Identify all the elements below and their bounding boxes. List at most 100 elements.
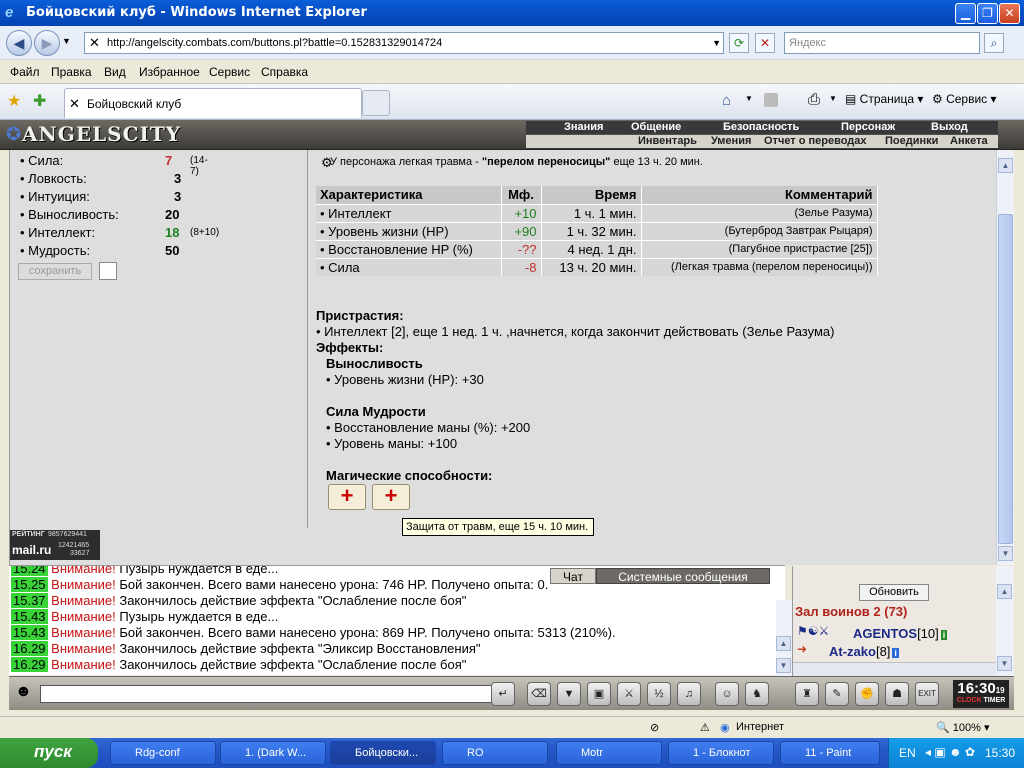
search-icon[interactable]: ⌕ bbox=[984, 33, 1004, 53]
tab-chat[interactable]: Чат bbox=[550, 568, 596, 584]
scroll-up-icon[interactable]: ▲ bbox=[776, 636, 791, 651]
smiley-menu-icon[interactable]: ☻ bbox=[15, 683, 32, 701]
nav-character[interactable]: Персонаж bbox=[841, 121, 895, 133]
content-scrollbar[interactable]: ▲ ▼ bbox=[996, 150, 1014, 565]
scroll-icon[interactable]: ✎ bbox=[825, 682, 849, 706]
home-icon[interactable]: ⌂ bbox=[722, 92, 731, 109]
menu-file[interactable]: Файл bbox=[10, 65, 40, 79]
nav-communication[interactable]: Общение bbox=[631, 121, 681, 133]
tools-menu[interactable]: ⚙ Сервис ▾ bbox=[932, 92, 997, 106]
speed-icon[interactable]: ½ bbox=[647, 682, 671, 706]
menu-help[interactable]: Справка bbox=[261, 65, 308, 79]
chat-time[interactable]: 15.37 bbox=[11, 593, 48, 608]
heal-scroll-icon[interactable] bbox=[328, 484, 366, 510]
back-button[interactable]: ◀ bbox=[6, 30, 32, 56]
add-favorite-icon[interactable]: ✚ bbox=[33, 91, 46, 111]
maximize-button[interactable]: ❐ bbox=[977, 3, 998, 24]
feeds-icon[interactable] bbox=[764, 93, 778, 107]
popup-blocker-icon[interactable]: ⊘ bbox=[650, 721, 659, 734]
task-browser[interactable]: Бойцовски... bbox=[330, 741, 436, 765]
scroll-down-icon[interactable]: ▼ bbox=[776, 658, 791, 673]
clear-icon[interactable]: ⌫ bbox=[527, 682, 551, 706]
chat-time[interactable]: 16.29 bbox=[11, 641, 48, 656]
scroll-up-icon[interactable]: ▲ bbox=[998, 158, 1013, 173]
task-ro[interactable]: RO bbox=[442, 741, 548, 765]
start-button[interactable]: пуск bbox=[0, 738, 98, 768]
stop-icon[interactable]: ✕ bbox=[755, 33, 775, 53]
player-nick[interactable]: AGENTOS bbox=[853, 626, 917, 641]
url-dropdown-icon[interactable]: ▼ bbox=[712, 33, 721, 53]
chat-time[interactable]: 15.43 bbox=[11, 625, 48, 640]
save-checkbox[interactable] bbox=[99, 262, 117, 280]
menu-favorites[interactable]: Избранное bbox=[139, 65, 200, 79]
mailru-rating-counter[interactable]: РЕЙТИНГ 9857629441 mail.ru 12421465 3362… bbox=[10, 530, 100, 560]
save-stats-button[interactable]: сохранить bbox=[18, 263, 92, 280]
chat-time[interactable]: 16.29 bbox=[11, 657, 48, 672]
tab-fight-club[interactable]: ✕ Бойцовский клуб bbox=[64, 88, 362, 118]
send-icon[interactable]: ↵ bbox=[491, 682, 515, 706]
task-notepad[interactable]: 1 - Блокнот bbox=[668, 741, 774, 765]
task-rdg-conf[interactable]: Rdg-conf bbox=[110, 741, 216, 765]
player-name[interactable]: AGENTOS[10] i bbox=[853, 626, 948, 641]
task-motr[interactable]: Motr bbox=[556, 741, 662, 765]
info-icon[interactable]: i bbox=[940, 630, 948, 640]
task-paint[interactable]: 11 - Paint bbox=[780, 741, 880, 765]
chat-time[interactable]: 15.43 bbox=[11, 609, 48, 624]
scroll-thumb[interactable] bbox=[998, 214, 1013, 544]
nav-knowledge[interactable]: Знания bbox=[564, 121, 603, 133]
home-dropdown-icon[interactable]: ▼ bbox=[745, 94, 753, 103]
menu-tools[interactable]: Сервис bbox=[209, 65, 250, 79]
room-hscrollbar[interactable] bbox=[793, 662, 997, 676]
scroll-down-icon[interactable]: ▼ bbox=[997, 656, 1012, 671]
nav-transfer-report[interactable]: Отчет о переводах bbox=[764, 135, 867, 147]
smile-icon[interactable]: ☺ bbox=[715, 682, 739, 706]
refresh-button[interactable]: Обновить bbox=[859, 584, 929, 601]
scroll-up-icon[interactable]: ▲ bbox=[997, 584, 1012, 599]
print-dropdown-icon[interactable]: ▼ bbox=[829, 94, 837, 103]
friends-icon[interactable]: ☗ bbox=[885, 682, 909, 706]
player-name[interactable]: At-zako[8] i bbox=[829, 644, 899, 659]
forward-button[interactable]: ▶ bbox=[34, 30, 60, 56]
task-dark-w[interactable]: 1. (Dark W... bbox=[220, 741, 326, 765]
scroll-down-icon[interactable]: ▼ bbox=[998, 546, 1013, 561]
nav-security[interactable]: Безопасность bbox=[723, 121, 799, 133]
favorites-star-icon[interactable]: ★ bbox=[7, 91, 21, 111]
chat-time[interactable]: 15.24 bbox=[11, 566, 48, 576]
menu-view[interactable]: Вид bbox=[104, 65, 126, 79]
chat-time[interactable]: 15.25 bbox=[11, 577, 48, 592]
exit-icon[interactable]: EXIT bbox=[915, 682, 939, 706]
tab-system-messages[interactable]: Системные сообщения bbox=[596, 568, 770, 584]
player-nick[interactable]: At-zako bbox=[829, 644, 876, 659]
combat-icon[interactable]: ✊ bbox=[855, 682, 879, 706]
language-indicator[interactable]: EN bbox=[899, 746, 916, 760]
tray-icons[interactable]: ◂ ▣ ☻ ✿ bbox=[925, 745, 975, 759]
nav-skills[interactable]: Умения bbox=[711, 135, 751, 147]
nav-exit[interactable]: Выход bbox=[931, 121, 968, 133]
info-icon[interactable]: i bbox=[892, 648, 899, 658]
zoom-control[interactable]: 🔍 100% ▾ bbox=[936, 721, 989, 734]
nav-battles[interactable]: Поединки bbox=[885, 135, 938, 147]
print-icon[interactable]: ⎙ bbox=[808, 91, 820, 108]
room-scrollbar[interactable]: ▲ ▼ bbox=[996, 566, 1014, 676]
url-field[interactable]: ✕ http://angelscity.combats.com/buttons.… bbox=[84, 32, 724, 54]
save-log-icon[interactable]: ▣ bbox=[587, 682, 611, 706]
bag-icon[interactable]: ♜ bbox=[795, 682, 819, 706]
helmet-icon[interactable]: ♞ bbox=[745, 682, 769, 706]
page-menu[interactable]: ▤ Страница ▾ bbox=[845, 92, 923, 106]
magic-abilities-title: Магические способности: bbox=[326, 468, 493, 483]
menu-edit[interactable]: Правка bbox=[51, 65, 92, 79]
refresh-icon[interactable]: ⟳ bbox=[729, 33, 749, 53]
fight-icon[interactable]: ⚔ bbox=[617, 682, 641, 706]
close-button[interactable]: ✕ bbox=[999, 3, 1020, 24]
history-dropdown-icon[interactable]: ▼ bbox=[62, 36, 71, 46]
search-input[interactable]: Яндекс bbox=[784, 32, 980, 54]
nav-inventory[interactable]: Инвентарь bbox=[638, 135, 697, 147]
new-tab-button[interactable] bbox=[362, 90, 390, 116]
heal-scroll-icon[interactable] bbox=[372, 484, 410, 510]
chat-input[interactable] bbox=[40, 685, 496, 703]
chat-scrollbar[interactable]: ▲ ▼ bbox=[776, 600, 792, 676]
music-icon[interactable]: ♫ bbox=[677, 682, 701, 706]
filter-icon[interactable]: ▼ bbox=[557, 682, 581, 706]
minimize-button[interactable]: ▁ bbox=[955, 3, 976, 24]
nav-profile[interactable]: Анкета bbox=[950, 135, 988, 147]
